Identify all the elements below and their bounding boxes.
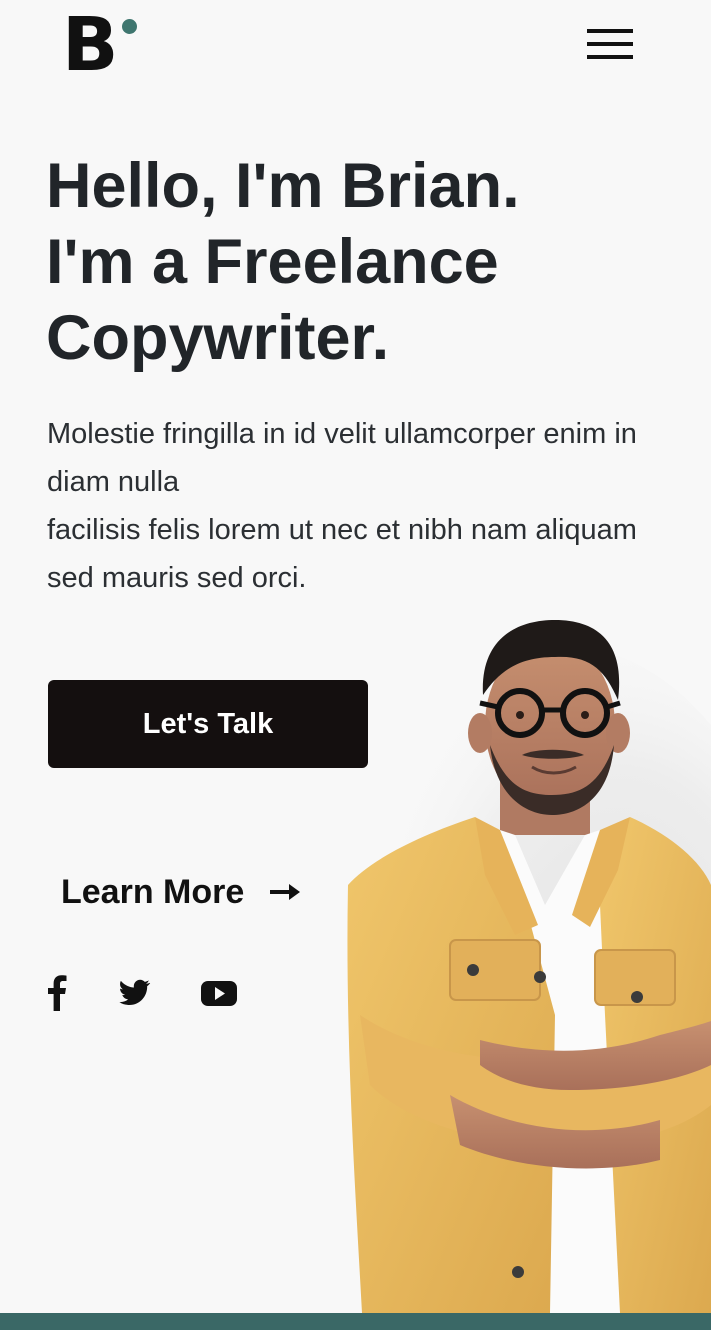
facebook-link[interactable] <box>46 975 68 1011</box>
twitter-link[interactable] <box>118 975 151 1011</box>
menu-bar <box>587 55 633 59</box>
hamburger-menu-icon[interactable] <box>587 29 633 61</box>
learn-more-link[interactable]: Learn More <box>61 866 302 918</box>
social-links <box>46 975 287 1011</box>
learn-more-label: Learn More <box>61 873 245 911</box>
hero-description-line: Molestie fringilla in id velit ullamcorp… <box>47 418 637 498</box>
arrow-right-icon <box>270 884 301 900</box>
site-logo[interactable]: B <box>62 8 138 82</box>
menu-bar <box>587 42 633 46</box>
facebook-icon <box>48 975 67 1011</box>
hero-title-line: I'm a Freelance <box>46 227 499 297</box>
page: B Hello, I'm Brian. I'm a Freelance Copy… <box>0 0 711 1330</box>
logo-letter: B <box>62 2 118 88</box>
youtube-icon <box>201 981 237 1006</box>
hero-title: Hello, I'm Brian. I'm a Freelance Copywr… <box>46 148 666 376</box>
hero-title-line: Hello, I'm Brian. <box>46 151 520 221</box>
site-header: B <box>0 0 711 100</box>
lets-talk-button[interactable]: Let's Talk <box>48 680 368 768</box>
menu-bar <box>587 29 633 33</box>
footer-accent-bar <box>0 1313 711 1330</box>
hero-title-line: Copywriter. <box>46 303 390 373</box>
twitter-icon <box>119 979 151 1005</box>
youtube-link[interactable] <box>201 975 237 1011</box>
hero-description: Molestie fringilla in id velit ullamcorp… <box>47 410 687 602</box>
logo-dot <box>122 19 138 34</box>
